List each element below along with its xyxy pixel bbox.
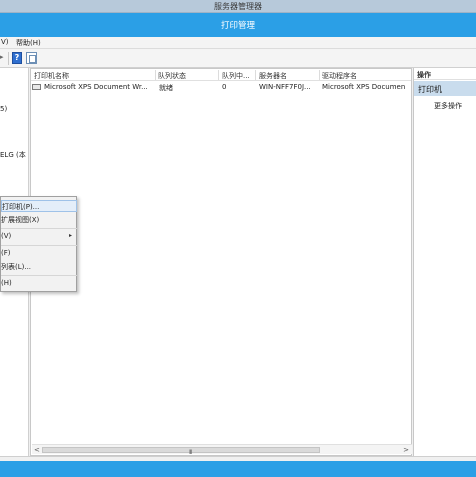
context-menu-label: (V)	[1, 232, 12, 240]
context-menu-label: (H)	[1, 279, 12, 287]
context-menu-separator	[1, 245, 77, 246]
context-menu-item-add-printer[interactable]: 打印机(P)...	[1, 200, 77, 212]
actions-section-label: 打印机	[418, 85, 442, 94]
column-header-driver-name[interactable]: 驱动程序名	[322, 71, 410, 81]
tree-item[interactable]: ELG (本	[0, 150, 26, 160]
menu-bar: V) 帮助(H)	[0, 37, 476, 49]
column-header-printer-name[interactable]: 打印机名称	[34, 71, 154, 81]
column-divider[interactable]	[255, 70, 256, 80]
window-title: 打印管理	[220, 21, 255, 31]
context-menu-separator	[1, 275, 77, 276]
column-divider[interactable]	[319, 70, 320, 80]
scroll-left-icon[interactable]: <	[34, 446, 40, 454]
column-divider[interactable]	[218, 70, 219, 80]
server-manager-title: 服务器管理器	[214, 2, 262, 11]
toolbar: ▸ ?	[0, 49, 476, 68]
column-header-queue-status[interactable]: 队列状态	[158, 71, 216, 81]
queue-status-cell: 就绪	[159, 84, 173, 92]
context-menu-item-help[interactable]: (H)	[1, 278, 77, 290]
context-menu-label: 列表(L)...	[1, 263, 32, 271]
submenu-arrow-icon: ▸	[68, 232, 72, 239]
driver-name-cell: Microsoft XPS Documen	[322, 83, 406, 91]
status-bar	[0, 456, 476, 477]
toolbar-separator	[8, 52, 9, 65]
toolbar-partial-icon[interactable]: ▸	[0, 53, 5, 63]
scrollbar-grip-icon: III	[189, 449, 192, 456]
actions-section-printers[interactable]: 打印机	[414, 81, 476, 96]
printer-name-cell: Microsoft XPS Document Wr...	[44, 83, 148, 91]
context-menu-item-view[interactable]: (V) ▸	[1, 231, 77, 243]
server-name-cell: WIN-NFF7F0J...	[259, 83, 311, 91]
column-divider[interactable]	[155, 70, 156, 80]
menu-view[interactable]: V)	[1, 38, 9, 46]
context-menu-separator	[1, 228, 77, 229]
list-header: 打印机名称 队列状态 队列中... 服务器名 驱动程序名	[31, 69, 411, 81]
context-menu-label: 打印机(P)...	[2, 203, 40, 211]
context-menu-label: 扩展视图(X)	[1, 216, 40, 224]
actions-pane-header: 操作	[414, 68, 476, 80]
taskbar-strip	[0, 461, 476, 477]
show-hide-tree-icon[interactable]	[26, 52, 37, 64]
actions-pane-title: 操作	[417, 71, 431, 79]
menu-help[interactable]: 帮助(H)	[16, 38, 41, 48]
server-manager-titlebar: 服务器管理器	[0, 0, 476, 13]
scroll-right-icon[interactable]: >	[403, 446, 409, 454]
table-row[interactable]: Microsoft XPS Document Wr... 就绪 0 WIN-NF…	[31, 82, 411, 93]
printer-list: 打印机名称 队列状态 队列中... 服务器名 驱动程序名 Microsoft X…	[30, 68, 412, 456]
actions-pane: 操作 打印机 更多操作	[413, 68, 476, 456]
more-actions-link[interactable]: 更多操作	[434, 101, 462, 111]
column-header-jobs-in-queue[interactable]: 队列中...	[222, 71, 254, 81]
context-menu-item-refresh[interactable]: (F)	[1, 248, 77, 260]
jobs-cell: 0	[222, 83, 227, 91]
context-menu-label: (F)	[1, 249, 11, 257]
window-titlebar[interactable]: 打印管理	[0, 13, 476, 37]
tree-item[interactable]: 5)	[0, 105, 7, 113]
scrollbar-thumb[interactable]: III	[42, 447, 320, 456]
context-menu-item-export-list[interactable]: 列表(L)...	[1, 261, 77, 273]
help-icon[interactable]: ?	[12, 52, 22, 64]
printer-icon	[32, 84, 41, 90]
horizontal-scrollbar[interactable]: < III >	[32, 444, 412, 456]
column-header-server-name[interactable]: 服务器名	[259, 71, 319, 81]
context-menu: 打印机(P)... 扩展视图(X) (V) ▸ (F) 列表(L)... (H)	[0, 196, 77, 292]
context-menu-item-extended-view[interactable]: 扩展视图(X)	[1, 214, 77, 226]
